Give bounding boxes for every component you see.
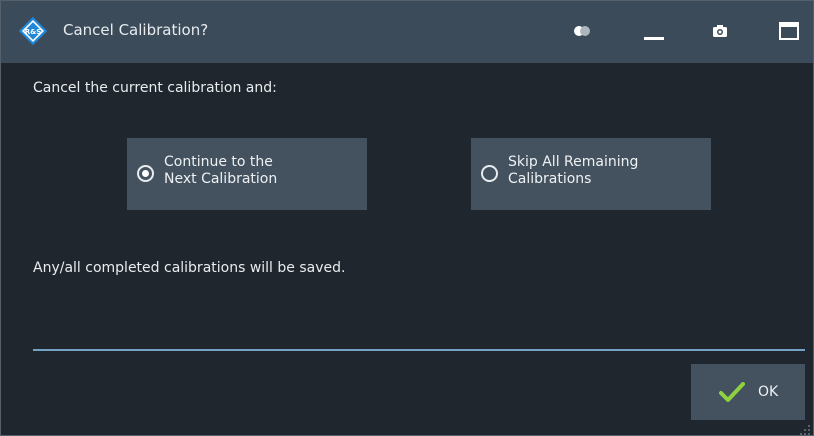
toggle-circles-icon[interactable] [567, 17, 597, 45]
skip-all-remaining-option[interactable]: Skip All Remaining Calibrations [471, 138, 711, 210]
radio-button-unselected[interactable] [481, 165, 498, 182]
dialog-title: Cancel Calibration? [63, 21, 209, 39]
camera-icon[interactable] [705, 17, 735, 45]
maximize-icon[interactable] [774, 17, 804, 45]
title-bar[interactable]: R&S Cancel Calibration? [1, 1, 813, 63]
prompt-text: Cancel the current calibration and: [33, 80, 277, 96]
divider [33, 349, 805, 351]
continue-option-line1: Continue to the [164, 154, 273, 170]
cancel-calibration-dialog: R&S Cancel Calibration? Cancel the curre… [0, 0, 814, 436]
radio-button-selected[interactable] [137, 165, 154, 182]
ok-button-label: OK [758, 384, 779, 400]
checkmark-icon [719, 382, 745, 408]
resize-grip-icon[interactable] [799, 421, 811, 435]
info-text: Any/all completed calibrations will be s… [33, 260, 346, 276]
svg-text:R&S: R&S [25, 28, 42, 36]
continue-option-label: Continue to the Next Calibration [164, 154, 360, 188]
minimize-icon[interactable] [639, 17, 669, 45]
continue-option-line2: Next Calibration [164, 171, 278, 187]
rs-logo-icon: R&S [18, 16, 48, 46]
skip-option-label: Skip All Remaining Calibrations [508, 154, 704, 188]
ok-button[interactable]: OK [691, 364, 805, 420]
skip-option-line2: Calibrations [508, 171, 592, 187]
continue-next-calibration-option[interactable]: Continue to the Next Calibration [127, 138, 367, 210]
skip-option-line1: Skip All Remaining [508, 154, 639, 170]
radio-selected-dot [142, 170, 149, 177]
